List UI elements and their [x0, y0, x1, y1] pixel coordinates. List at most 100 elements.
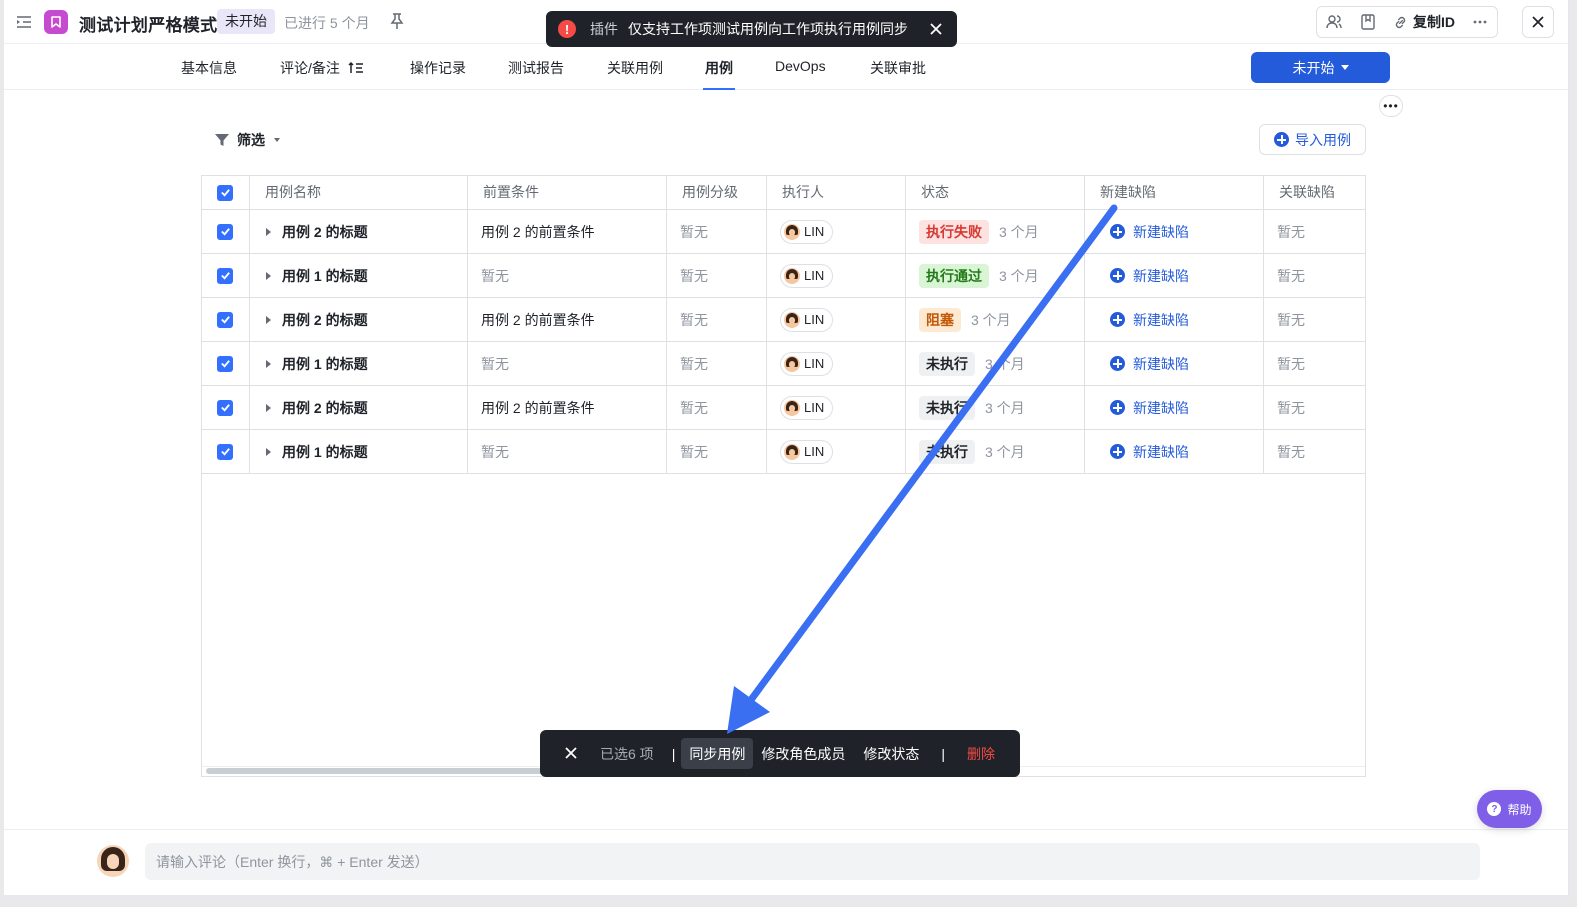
edit-status-button[interactable]: 修改状态: [855, 738, 927, 769]
members-icon[interactable]: [1317, 7, 1351, 37]
column-header-executor[interactable]: 执行人: [767, 176, 906, 209]
expand-caret-icon[interactable]: [266, 271, 271, 280]
linked-defect-cell[interactable]: 暂无: [1264, 210, 1365, 253]
new-defect-link[interactable]: 新建缺陷: [1110, 398, 1189, 418]
tab-cases[interactable]: 用例: [703, 58, 735, 90]
linked-defect-cell[interactable]: 暂无: [1264, 430, 1365, 473]
status-badge[interactable]: 阻塞: [919, 307, 961, 332]
tab-comments[interactable]: 评论/备注: [280, 58, 364, 78]
row-checkbox[interactable]: [217, 223, 233, 240]
executor-chip[interactable]: LIN: [780, 439, 834, 464]
level-cell[interactable]: 暂无: [667, 254, 767, 297]
executor-chip[interactable]: LIN: [780, 395, 834, 420]
row-checkbox[interactable]: [217, 267, 233, 284]
status-badge[interactable]: 执行通过: [919, 263, 989, 288]
help-button[interactable]: ? 帮助: [1477, 790, 1542, 828]
select-all-checkbox[interactable]: [217, 184, 233, 201]
expand-caret-icon[interactable]: [266, 359, 271, 368]
tab-operation-log[interactable]: 操作记录: [410, 58, 466, 78]
table-row[interactable]: 用例 2 的标题 用例 2 的前置条件 暂无 LIN 阻塞 3 个月 新建缺陷 …: [202, 298, 1365, 342]
pin-icon[interactable]: [389, 12, 405, 30]
linked-defect-cell[interactable]: 暂无: [1264, 386, 1365, 429]
column-header-linked-defect[interactable]: 关联缺陷: [1264, 176, 1365, 209]
level-cell[interactable]: 暂无: [667, 342, 767, 385]
level-cell[interactable]: 暂无: [667, 430, 767, 473]
sync-cases-button[interactable]: 同步用例: [681, 738, 754, 769]
case-name-cell[interactable]: 用例 2 的标题: [250, 386, 468, 429]
case-name[interactable]: 用例 1 的标题: [282, 266, 368, 286]
toast-close-icon[interactable]: [927, 20, 945, 38]
expand-caret-icon[interactable]: [266, 403, 271, 412]
case-name-cell[interactable]: 用例 2 的标题: [250, 298, 468, 341]
case-name[interactable]: 用例 1 的标题: [282, 354, 368, 374]
level-cell[interactable]: 暂无: [667, 298, 767, 341]
filter-button[interactable]: 筛选: [214, 130, 280, 150]
new-defect-link[interactable]: 新建缺陷: [1110, 442, 1189, 462]
expand-caret-icon[interactable]: [266, 447, 271, 456]
case-name[interactable]: 用例 1 的标题: [282, 442, 368, 462]
copy-id-button[interactable]: 复制ID: [1385, 7, 1463, 37]
status-badge[interactable]: 未执行: [919, 395, 975, 420]
tab-devops[interactable]: DevOps: [775, 58, 826, 74]
avatar: [784, 311, 800, 328]
linked-defect-cell[interactable]: 暂无: [1264, 342, 1365, 385]
row-checkbox[interactable]: [217, 399, 233, 416]
close-icon[interactable]: [564, 746, 580, 762]
new-defect-link[interactable]: 新建缺陷: [1110, 310, 1189, 330]
more-icon[interactable]: [1463, 7, 1497, 37]
tab-linked-cases[interactable]: 关联用例: [607, 58, 663, 78]
column-header-level[interactable]: 用例分级: [667, 176, 767, 209]
row-checkbox[interactable]: [217, 355, 233, 372]
table-row[interactable]: 用例 1 的标题 暂无 暂无 LIN 执行通过 3 个月 新建缺陷 暂无: [202, 254, 1365, 298]
case-name[interactable]: 用例 2 的标题: [282, 310, 368, 330]
status-badge[interactable]: 未执行: [919, 439, 975, 464]
new-defect-link[interactable]: 新建缺陷: [1110, 222, 1189, 242]
close-icon[interactable]: [1522, 6, 1554, 38]
table-row[interactable]: 用例 1 的标题 暂无 暂无 LIN 未执行 3 个月 新建缺陷 暂无: [202, 430, 1365, 474]
executor-chip[interactable]: LIN: [780, 263, 834, 288]
level-cell[interactable]: 暂无: [667, 386, 767, 429]
delete-button[interactable]: 删除: [959, 738, 1003, 769]
sidebar-toggle-icon[interactable]: [14, 12, 34, 32]
executor-chip[interactable]: LIN: [780, 351, 834, 376]
column-header-new-defect[interactable]: 新建缺陷: [1085, 176, 1264, 209]
status-badge[interactable]: 未执行: [919, 351, 975, 376]
case-name[interactable]: 用例 2 的标题: [282, 398, 368, 418]
table-row[interactable]: 用例 1 的标题 暂无 暂无 LIN 未执行 3 个月 新建缺陷 暂无: [202, 342, 1365, 386]
expand-caret-icon[interactable]: [266, 227, 271, 236]
linked-defect-cell[interactable]: 暂无: [1264, 254, 1365, 297]
status-badge[interactable]: 执行失败: [919, 219, 989, 244]
row-checkbox[interactable]: [217, 443, 233, 460]
horizontal-scrollbar[interactable]: [206, 768, 546, 774]
case-name-cell[interactable]: 用例 1 的标题: [250, 430, 468, 473]
executor-name: LIN: [804, 444, 825, 459]
table-row[interactable]: 用例 2 的标题 用例 2 的前置条件 暂无 LIN 执行失败 3 个月 新建缺…: [202, 210, 1365, 254]
linked-defect-cell[interactable]: 暂无: [1264, 298, 1365, 341]
case-name-cell[interactable]: 用例 2 的标题: [250, 210, 468, 253]
column-header-name[interactable]: 用例名称: [250, 176, 468, 209]
new-defect-link[interactable]: 新建缺陷: [1110, 354, 1189, 374]
executor-chip[interactable]: LIN: [780, 307, 834, 332]
tab-basic-info[interactable]: 基本信息: [181, 58, 237, 78]
case-name-cell[interactable]: 用例 1 的标题: [250, 342, 468, 385]
column-header-precondition[interactable]: 前置条件: [468, 176, 667, 209]
expand-caret-icon[interactable]: [266, 315, 271, 324]
edit-role-members-button[interactable]: 修改角色成员: [753, 738, 853, 769]
import-cases-button[interactable]: 导入用例: [1259, 124, 1366, 155]
executor-chip[interactable]: LIN: [780, 219, 834, 244]
new-defect-link[interactable]: 新建缺陷: [1110, 266, 1189, 286]
case-name[interactable]: 用例 2 的标题: [282, 222, 368, 242]
table-row[interactable]: 用例 2 的标题 用例 2 的前置条件 暂无 LIN 未执行 3 个月 新建缺陷…: [202, 386, 1365, 430]
tab-linked-approval[interactable]: 关联审批: [870, 58, 926, 78]
import-cases-label: 导入用例: [1295, 131, 1351, 148]
tab-test-report[interactable]: 测试报告: [508, 58, 564, 78]
level-cell[interactable]: 暂无: [667, 210, 767, 253]
status-dropdown-button[interactable]: 未开始: [1251, 52, 1390, 83]
panel-more-icon[interactable]: •••: [1379, 95, 1403, 117]
case-name-cell[interactable]: 用例 1 的标题: [250, 254, 468, 297]
comment-input[interactable]: [145, 843, 1480, 880]
column-header-status[interactable]: 状态: [906, 176, 1085, 209]
bookmark-icon[interactable]: [1351, 7, 1385, 37]
status-tag[interactable]: 未开始: [217, 9, 275, 34]
row-checkbox[interactable]: [217, 311, 233, 328]
